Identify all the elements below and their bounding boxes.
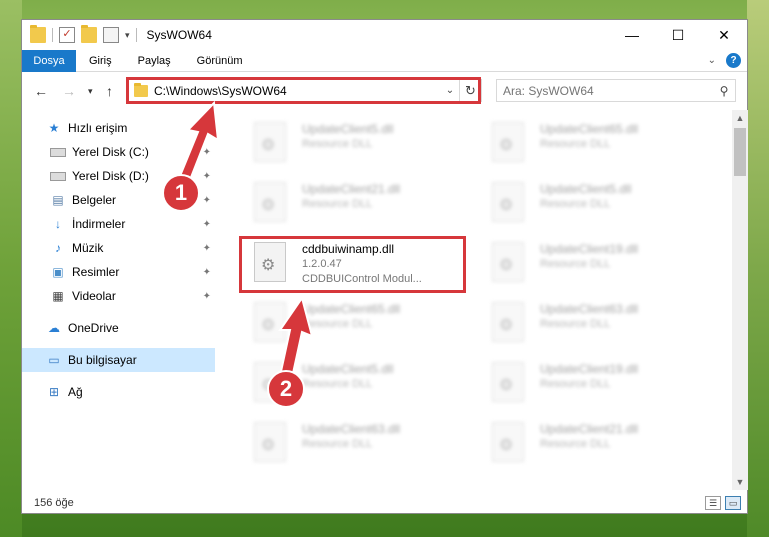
arrow-1 [178,100,220,182]
arrow-2 [278,295,314,380]
step-2-badge: 2 [267,370,305,408]
annotation-arrows [178,100,314,380]
step-1-badge: 1 [162,174,200,212]
